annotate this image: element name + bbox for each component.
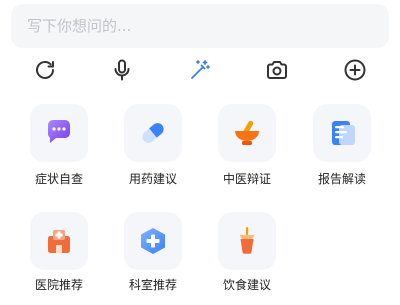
feature-label: 医院推荐 (34, 278, 83, 292)
report-document-icon (332, 121, 355, 145)
toolbar (0, 56, 400, 84)
pill-icon (142, 123, 164, 143)
magic-button[interactable] (186, 56, 214, 84)
search-box[interactable] (11, 4, 389, 48)
add-button[interactable] (341, 56, 369, 84)
feature-department-recommendation[interactable] (124, 212, 182, 270)
feature-medication-advice[interactable] (124, 104, 182, 162)
camera-icon (267, 61, 287, 79)
medical-cross-icon (141, 228, 165, 254)
feature-label: 用药建议 (128, 172, 177, 186)
feature-diet-advice[interactable] (218, 212, 276, 270)
feature-hospital-recommendation[interactable] (30, 212, 88, 270)
voice-input-button[interactable] (108, 56, 136, 84)
cup-icon (240, 227, 254, 254)
search-input[interactable] (25, 16, 375, 36)
feature-label: 饮食建议 (222, 278, 271, 292)
add-circle-icon (344, 59, 366, 81)
refresh-icon (36, 61, 54, 79)
feature-label: 报告解读 (317, 172, 366, 186)
feature-tcm-diagnosis[interactable] (218, 104, 276, 162)
feature-report-interpretation[interactable] (313, 104, 371, 162)
camera-button[interactable] (263, 56, 291, 84)
refresh-button[interactable] (31, 56, 59, 84)
feature-label: 症状自查 (34, 172, 83, 186)
feature-symptom-check[interactable] (30, 104, 88, 162)
microphone-icon (114, 59, 130, 81)
feature-label: 中医辩证 (222, 172, 271, 186)
feature-label: 科室推荐 (128, 278, 177, 292)
chat-bubble-icon (47, 120, 70, 143)
magic-wand-icon (191, 60, 210, 79)
hospital-icon (48, 230, 70, 253)
mortar-pestle-icon (235, 120, 259, 145)
